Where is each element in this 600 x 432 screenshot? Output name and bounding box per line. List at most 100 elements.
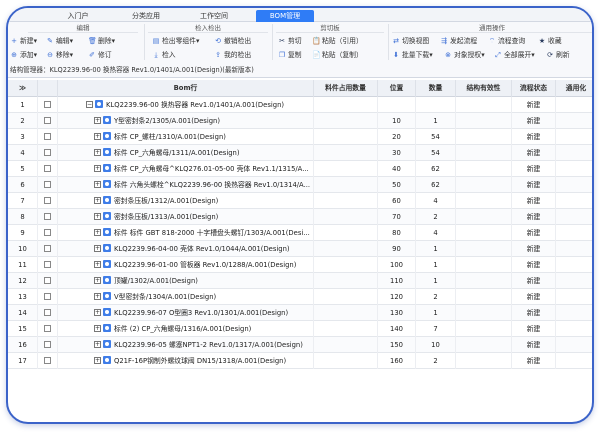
row-select-checkbox[interactable] bbox=[44, 212, 51, 220]
table-row[interactable]: 7 + 密封条压板/1312/A.001(Design) 60 4 新建 bbox=[8, 193, 592, 209]
row-select-checkbox[interactable] bbox=[44, 340, 51, 348]
copy-icon: ❐ bbox=[278, 51, 286, 59]
cancel-checkout-button[interactable]: ⟲ 撤销检出 bbox=[214, 35, 251, 47]
add-button[interactable]: ⊕ 添加 ▾ bbox=[10, 49, 37, 61]
expand-toggle-icon[interactable]: + bbox=[94, 164, 101, 172]
expand-toggle-icon[interactable]: + bbox=[94, 132, 101, 140]
row-select-checkbox[interactable] bbox=[44, 100, 51, 108]
flow-query-button[interactable]: ⌔ 流程查询 bbox=[488, 35, 525, 47]
bom-item-icon bbox=[103, 180, 111, 188]
cut-button[interactable]: ✂ 剪切 bbox=[278, 35, 302, 47]
expand-toggle-icon[interactable]: + bbox=[94, 340, 101, 348]
header-bom-row[interactable]: Bom行 bbox=[58, 80, 314, 97]
header-expand-all[interactable]: ≫ bbox=[8, 80, 38, 97]
my-checkout-button[interactable]: ⇪ 我的检出 bbox=[214, 49, 251, 61]
object-auth-button[interactable]: ⊗ 对象授权 ▾ bbox=[444, 49, 485, 61]
material-qty-cell bbox=[314, 97, 378, 113]
table-row[interactable]: 8 + 密封条压板/1313/A.001(Design) 70 2 新建 bbox=[8, 209, 592, 225]
checkout-part-button[interactable]: ▤ 检出零组件 ▾ bbox=[152, 35, 200, 47]
revise-button[interactable]: ✐ 修订 bbox=[88, 49, 112, 61]
row-select-checkbox[interactable] bbox=[44, 276, 51, 284]
expand-toggle-icon[interactable]: + bbox=[94, 196, 101, 204]
expand-toggle-icon[interactable]: + bbox=[94, 228, 101, 236]
table-row[interactable]: 3 + 标件 CP_螺柱/1310/A.001(Design) 20 54 新建 bbox=[8, 129, 592, 145]
expand-all-button[interactable]: ⤢ 全部展开 ▾ bbox=[494, 49, 534, 61]
tab-bom-management[interactable]: BOM管理 bbox=[256, 10, 314, 22]
launch-flow-button[interactable]: ⇶ 发起流程 bbox=[440, 35, 477, 47]
cut-label: 剪切 bbox=[288, 37, 302, 45]
row-number: 10 bbox=[8, 241, 38, 257]
edit-button[interactable]: ✎ 编辑 ▾ bbox=[46, 35, 73, 47]
material-qty-cell bbox=[314, 193, 378, 209]
group-title-checkin: 检入检出 bbox=[148, 23, 268, 33]
header-validity[interactable]: 结构有效性 bbox=[456, 80, 512, 97]
expand-toggle-icon[interactable]: + bbox=[94, 324, 101, 332]
row-select-checkbox[interactable] bbox=[44, 180, 51, 188]
table-row[interactable]: 5 + 标件 CP_六角螺母^KLQ276.01-05-00 壳体 Rev1.1/1… bbox=[8, 161, 592, 177]
expand-toggle-icon[interactable]: + bbox=[94, 244, 101, 252]
checkin-button[interactable]: ⤓ 检入 bbox=[152, 49, 175, 61]
tab-category-apps[interactable]: 分类应用 bbox=[126, 10, 166, 22]
table-row[interactable]: 15 + 标件 (2) CP_六角螺母/1316/A.001(Design) 140 7… bbox=[8, 321, 592, 337]
header-flow-status[interactable]: 流程状态 bbox=[512, 80, 556, 97]
delete-button[interactable]: 🗑 删除 ▾ bbox=[88, 35, 115, 47]
row-select-checkbox[interactable] bbox=[44, 148, 51, 156]
row-select-checkbox[interactable] bbox=[44, 356, 51, 364]
table-row[interactable]: 9 + 标件 标件 GBT 818-2000 十字槽盘头螺钉/1303/A.001(… bbox=[8, 225, 592, 241]
table-row[interactable]: 16 + KLQ2239.96-05 螺塞NPT1-2 Rev1.0/1317/A.… bbox=[8, 337, 592, 353]
row-select-checkbox[interactable] bbox=[44, 308, 51, 316]
header-material-qty[interactable]: 料件占用数量 bbox=[314, 80, 378, 97]
row-select-checkbox[interactable] bbox=[44, 228, 51, 236]
row-checkbox bbox=[38, 177, 58, 193]
tab-workspace[interactable]: 工作空间 bbox=[194, 10, 234, 22]
row-select-checkbox[interactable] bbox=[44, 244, 51, 252]
position-cell bbox=[378, 97, 416, 113]
row-select-checkbox[interactable] bbox=[44, 196, 51, 204]
row-select-checkbox[interactable] bbox=[44, 324, 51, 332]
expand-toggle-icon[interactable]: + bbox=[94, 292, 101, 300]
remove-button[interactable]: ⊖ 移除 ▾ bbox=[46, 49, 73, 61]
expand-toggle-icon[interactable]: + bbox=[94, 116, 101, 124]
expand-toggle-icon[interactable]: + bbox=[94, 356, 101, 364]
row-number: 5 bbox=[8, 161, 38, 177]
table-row[interactable]: 1 − KLQ2239.96-00 换热容器 Rev1.0/1401/A.001(D… bbox=[8, 97, 592, 113]
expand-toggle-icon[interactable]: + bbox=[94, 212, 101, 220]
bom-row-text: + 标件 标件 GBT 818-2000 十字槽盘头螺钉/1303/A.001(D… bbox=[58, 225, 314, 241]
row-select-checkbox[interactable] bbox=[44, 164, 51, 172]
row-select-checkbox[interactable] bbox=[44, 132, 51, 140]
header-quantity[interactable]: 数量 bbox=[416, 80, 456, 97]
table-row[interactable]: 17 + Q21F-16P钢制外螺纹球阀 DN15/1318/A.001(Desig… bbox=[8, 353, 592, 369]
favorite-button[interactable]: ★ 收藏 bbox=[538, 35, 562, 47]
table-row[interactable]: 12 + 顶罐/1302/A.001(Design) 110 1 新建 bbox=[8, 273, 592, 289]
row-select-checkbox[interactable] bbox=[44, 116, 51, 124]
new-button[interactable]: + 新建 ▾ bbox=[10, 35, 37, 47]
table-row[interactable]: 6 + 标件 六角头螺栓^KLQ2239.96-00 换热容器 Rev1.0/131… bbox=[8, 177, 592, 193]
paste-reference-button[interactable]: 📋 粘贴（引用） bbox=[312, 35, 363, 47]
row-checkbox bbox=[38, 241, 58, 257]
expand-toggle-icon[interactable]: + bbox=[94, 308, 101, 316]
table-row[interactable]: 13 + V型密封条/1304/A.001(Design) 120 2 新建 bbox=[8, 289, 592, 305]
expand-toggle-icon[interactable]: − bbox=[86, 100, 93, 108]
header-position[interactable]: 位置 bbox=[378, 80, 416, 97]
switch-view-button[interactable]: ⇄ 切换视图 bbox=[392, 35, 429, 47]
header-general[interactable]: 通用化 bbox=[556, 80, 592, 97]
tab-portal[interactable]: 入门户 bbox=[60, 10, 96, 22]
refresh-button[interactable]: ⟳ 刷新 bbox=[546, 49, 570, 61]
row-select-checkbox[interactable] bbox=[44, 292, 51, 300]
table-row[interactable]: 2 + Y型密封条2/1305/A.001(Design) 10 1 新建 bbox=[8, 113, 592, 129]
batch-download-button[interactable]: ⬇ 批量下载 ▾ bbox=[392, 49, 433, 61]
bom-item-icon bbox=[103, 292, 111, 300]
expand-toggle-icon[interactable]: + bbox=[94, 260, 101, 268]
expand-toggle-icon[interactable]: + bbox=[94, 148, 101, 156]
table-row[interactable]: 11 + KLQ2239.96-01-00 管板器 Rev1.0/1288/A.00… bbox=[8, 257, 592, 273]
copy-button[interactable]: ❐ 复制 bbox=[278, 49, 302, 61]
paste-copy-button[interactable]: 📄 粘贴（复制） bbox=[312, 49, 363, 61]
expand-toggle-icon[interactable]: + bbox=[94, 180, 101, 188]
expand-toggle-icon[interactable]: + bbox=[94, 276, 101, 284]
general-cell bbox=[556, 353, 592, 369]
table-row[interactable]: 14 + KLQ2239.96-07 O型圈3 Rev1.0/1301/A.001(… bbox=[8, 305, 592, 321]
table-row[interactable]: 4 + 标件 CP_六角螺母/1311/A.001(Design) 30 54 新建 bbox=[8, 145, 592, 161]
row-select-checkbox[interactable] bbox=[44, 260, 51, 268]
row-checkbox bbox=[38, 225, 58, 241]
table-row[interactable]: 10 + KLQ2239.96-04-00 壳体 Rev1.0/1044/A.001… bbox=[8, 241, 592, 257]
